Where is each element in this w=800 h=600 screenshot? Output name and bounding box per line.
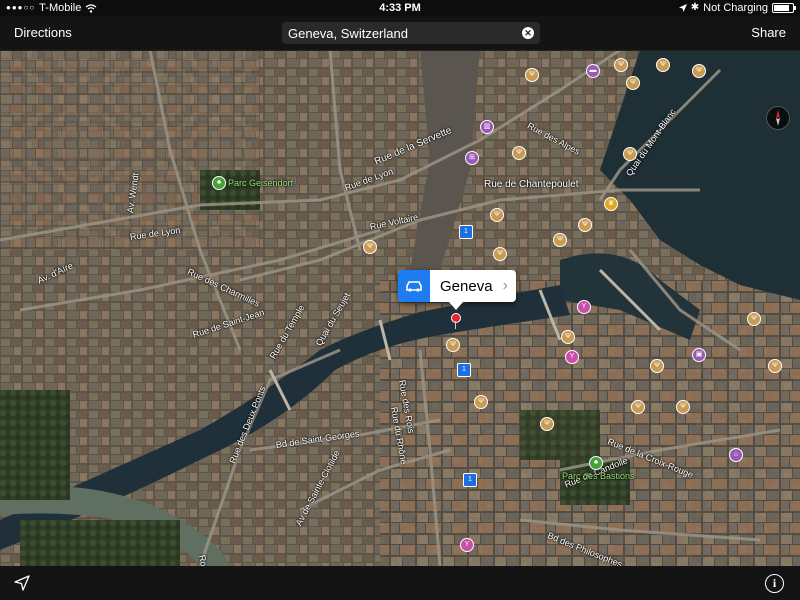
transit-icon[interactable]: ⊞ (465, 151, 479, 165)
bar-icon[interactable]: Y (577, 300, 591, 314)
street-label: Rue de Chantepoulet (484, 179, 579, 190)
restaurant-icon[interactable]: Ψ (650, 359, 664, 373)
restaurant-icon[interactable]: Ψ (623, 147, 637, 161)
transit-stop-icon[interactable]: 1 (457, 363, 471, 377)
map-view[interactable]: Rue de la Servette Rue de Lyon Rue de Ch… (0, 50, 800, 566)
park-label: Parc Geisendorf (228, 178, 294, 188)
restaurant-icon[interactable]: Ψ (493, 247, 507, 261)
battery-status-label: Not Charging (703, 2, 768, 14)
share-button[interactable]: Share (751, 25, 786, 40)
restaurant-icon[interactable]: Ψ (631, 400, 645, 414)
status-bar: ●●●○○ T-Mobile 4:33 PM ✱ Not Charging (0, 0, 800, 16)
callout-pointer (449, 302, 463, 310)
restaurant-icon[interactable]: Ψ (363, 240, 377, 254)
bluetooth-icon: ✱ (690, 2, 700, 13)
restaurant-icon[interactable]: Ψ (525, 68, 539, 82)
callout-title: Geneva (440, 277, 493, 295)
apple-store-icon[interactable]: ▣ (692, 348, 706, 362)
bottom-toolbar: i (0, 566, 800, 600)
restaurant-icon[interactable]: Ψ (747, 312, 761, 326)
park-icon[interactable]: ♣ (212, 176, 226, 190)
train-station-icon[interactable]: 1 (459, 225, 473, 239)
car-icon[interactable] (398, 270, 430, 302)
restaurant-icon[interactable]: Ψ (553, 233, 567, 247)
navigation-bar: Directions ✕ Share (0, 16, 800, 51)
museum-icon[interactable]: ▬ (586, 64, 600, 78)
location-callout[interactable]: Geneva › (398, 270, 516, 302)
restaurant-icon[interactable]: Ψ (676, 400, 690, 414)
restaurant-icon[interactable]: Ψ (540, 417, 554, 431)
close-circle-icon[interactable]: ✕ (522, 27, 534, 39)
satellite-map-imagery (0, 50, 800, 566)
restaurant-icon[interactable]: Ψ (692, 64, 706, 78)
restaurant-icon[interactable]: Ψ (768, 359, 782, 373)
bar-icon[interactable]: Y (565, 350, 579, 364)
transit-stop-icon[interactable]: 1 (463, 473, 477, 487)
bar-icon[interactable]: Y (460, 538, 474, 552)
restaurant-icon[interactable]: Ψ (474, 395, 488, 409)
restaurant-icon[interactable]: Ψ (626, 76, 640, 90)
restaurant-icon[interactable]: Ψ (656, 58, 670, 72)
pin-stem (455, 321, 456, 329)
location-services-icon (678, 4, 687, 12)
dropped-pin-icon[interactable] (451, 313, 461, 323)
restaurant-icon[interactable]: Ψ (561, 330, 575, 344)
hotel-icon[interactable]: ♛ (604, 197, 618, 211)
search-field-container[interactable]: ✕ (282, 22, 540, 44)
university-icon[interactable]: ⌂ (729, 448, 743, 462)
info-button[interactable]: i (765, 574, 784, 593)
restaurant-icon[interactable]: Ψ (490, 208, 504, 222)
park-icon[interactable]: ♣ (589, 456, 603, 470)
compass-icon[interactable] (766, 106, 790, 130)
restaurant-icon[interactable]: Ψ (578, 218, 592, 232)
search-input[interactable] (282, 24, 510, 42)
museum-icon[interactable]: ▥ (480, 120, 494, 134)
location-arrow-icon[interactable] (14, 575, 30, 596)
chevron-right-icon[interactable]: › (503, 277, 516, 295)
restaurant-icon[interactable]: Ψ (512, 146, 526, 160)
directions-button[interactable]: Directions (14, 25, 72, 40)
restaurant-icon[interactable]: Ψ (614, 58, 628, 72)
park-label: Parc des Bastions (562, 471, 635, 481)
restaurant-icon[interactable]: Ψ (446, 338, 460, 352)
battery-icon (772, 3, 796, 13)
